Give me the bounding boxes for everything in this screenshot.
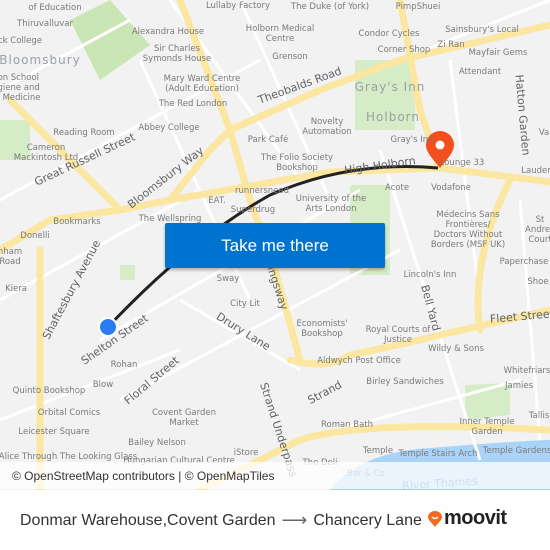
poi-label: Mayfair Gems: [468, 48, 528, 58]
poi-label: on School giene and l Medicine: [0, 73, 41, 103]
poi-label: Lounge 33: [439, 158, 485, 168]
poi-label: Whitefriars: [503, 366, 550, 376]
poi-label: Sir Charles Symonds House: [142, 44, 212, 64]
poi-label: The Folio Society Bookshop: [260, 153, 334, 173]
poi-label: Roman Bath: [320, 420, 374, 430]
poi-label: Temple: [362, 446, 394, 456]
poi-label: Jamies: [504, 381, 534, 391]
poi-label: Alexandra House: [131, 27, 205, 37]
poi-label: Park Café: [247, 135, 289, 145]
poi-label: St Andrew's Court: [525, 215, 550, 245]
moovit-pin-icon: [428, 510, 442, 527]
brand-name: moovit: [444, 507, 507, 529]
origin-name: Donmar Warehouse,Covent Garden: [20, 511, 276, 529]
poi-label: Birley Sandwiches: [366, 377, 444, 387]
poi-label: Grenson: [272, 52, 308, 62]
poi-label: The Duke (of York): [290, 2, 370, 12]
take-me-there-button[interactable]: Take me there: [165, 223, 385, 268]
poi-label: Inner Temple Garden: [459, 417, 515, 437]
poi-label: Mary Ward Centre (Adult Education): [163, 74, 241, 94]
poi-label: Vodafone: [431, 183, 471, 193]
poi-label: Sway: [216, 274, 240, 284]
district-label: Holborn: [366, 110, 420, 124]
poi-label: City Lit: [230, 299, 260, 309]
road-chancery-right: [474, 176, 514, 334]
poi-label: Sainsbury's Local: [445, 25, 519, 35]
destination-name: Chancery Lane: [313, 511, 422, 529]
poi-label: Cameron Mackintosh Ltd: [13, 143, 79, 163]
poi-label: Holborn Medical Centre: [245, 24, 315, 44]
poi-label: Superdrug: [230, 205, 276, 215]
poi-label: Economists' Bookshop: [296, 319, 348, 339]
poi-label: Shoe: [527, 277, 549, 287]
poi-label: Condor Cycles: [358, 29, 420, 39]
poi-label: Corner Shop: [377, 45, 431, 55]
park-russell-square: [70, 0, 150, 80]
poi-label: Orbital Comics: [37, 408, 101, 418]
poi-label: Covent Garden Market: [152, 408, 216, 428]
poi-label: nham Road: [0, 247, 23, 267]
map-attribution[interactable]: © OpenStreetMap contributors | © OpenMap…: [0, 462, 550, 489]
poi-label: Alice Through The Looking Glass: [0, 452, 138, 462]
poi-label: Va: [538, 128, 550, 138]
route-summary: Donmar Warehouse,Covent Garden ⟶ Chancer…: [20, 510, 422, 531]
poi-label: Quinto Bookshop: [12, 386, 86, 396]
poi-label: Aldwych Post Office: [317, 356, 401, 366]
poi-label: Tallis: [528, 411, 550, 421]
poi-label: University of the Arts London: [295, 194, 367, 214]
poi-label: Reading Room: [53, 128, 115, 138]
poi-label: Abbey College: [138, 123, 200, 133]
poi-label: iStore: [233, 448, 259, 458]
poi-label: Zi Ran: [437, 40, 465, 50]
route-footer: Donmar Warehouse,Covent Garden ⟶ Chancer…: [0, 490, 550, 550]
poi-label: Novelty Automation: [302, 117, 352, 137]
arrow-right-icon: ⟶: [281, 510, 308, 530]
poi-label: Lincoln's Inn: [403, 270, 457, 280]
poi-label: Royal Courts of Justice: [365, 325, 431, 345]
poi-label: PimpShuei: [395, 2, 441, 12]
poi-label: Bookmarks: [53, 217, 101, 227]
poi-label: Leicester Square: [18, 427, 90, 437]
poi-label: Temple Stairs Arch: [398, 449, 478, 459]
poi-label: Lullaby Factory: [205, 1, 271, 11]
district-label: Gray's Inn: [354, 80, 426, 94]
poi-label: Lauder: [521, 166, 550, 176]
poi-label: Rohan: [110, 360, 138, 370]
poi-label: ck College: [0, 36, 43, 46]
moovit-logo[interactable]: moovit: [428, 507, 507, 530]
poi-label: EAT.: [208, 196, 226, 206]
poi-label: Temple Gardens: [482, 446, 550, 456]
poi-label: runnersneed: [234, 186, 290, 196]
poi-label: Attendant: [458, 67, 502, 77]
poi-label: Bailey Nelson: [128, 438, 186, 448]
poi-label: Thiruvalluvar: [17, 19, 73, 29]
poi-label: Médecins Sans Frontières/ Doctors Withou…: [430, 210, 506, 250]
poi-label: Wildy & Sons: [428, 344, 484, 354]
district-label: Bloomsbury: [0, 53, 81, 67]
poi-label: Paperchase: [499, 257, 549, 267]
poi-label: Gray's Inn: [390, 135, 434, 145]
poi-label: Donelli: [20, 231, 50, 241]
park-small-2: [120, 265, 135, 280]
map-canvas[interactable]: Bloomsbury Gray's Inn Holborn Theobalds …: [0, 0, 550, 490]
poi-label: The Red London: [158, 99, 228, 109]
poi-label: Kiera: [5, 284, 27, 294]
poi-label: of Education: [28, 3, 82, 13]
poi-label: Blow: [92, 380, 114, 390]
poi-label: Acote: [384, 183, 410, 193]
